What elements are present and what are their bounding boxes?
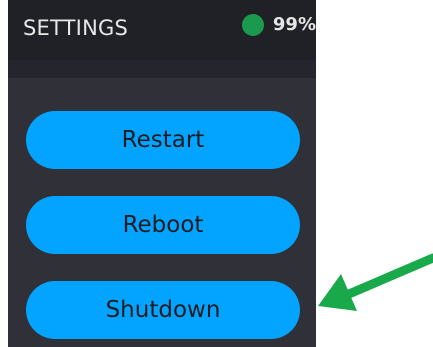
page-title: SETTINGS <box>23 16 128 40</box>
battery-indicator-icon <box>241 14 264 36</box>
header-divider <box>8 60 316 78</box>
reboot-button-label: Reboot <box>122 211 204 238</box>
battery-status: 99% <box>241 14 316 36</box>
restart-button-label: Restart <box>121 126 205 153</box>
settings-panel: SETTINGS 99% Restart Reboot Shutdown <box>8 0 316 347</box>
battery-percentage: 99% <box>272 14 316 35</box>
shutdown-button[interactable]: Shutdown <box>26 281 300 339</box>
header-bar: SETTINGS 99% <box>8 0 316 60</box>
reboot-button[interactable]: Reboot <box>26 196 300 254</box>
restart-button[interactable]: Restart <box>26 111 300 169</box>
green-arrow-icon <box>318 253 433 311</box>
screenshot-stage: SETTINGS 99% Restart Reboot Shutdown <box>0 0 433 347</box>
shutdown-button-label: Shutdown <box>105 296 221 323</box>
